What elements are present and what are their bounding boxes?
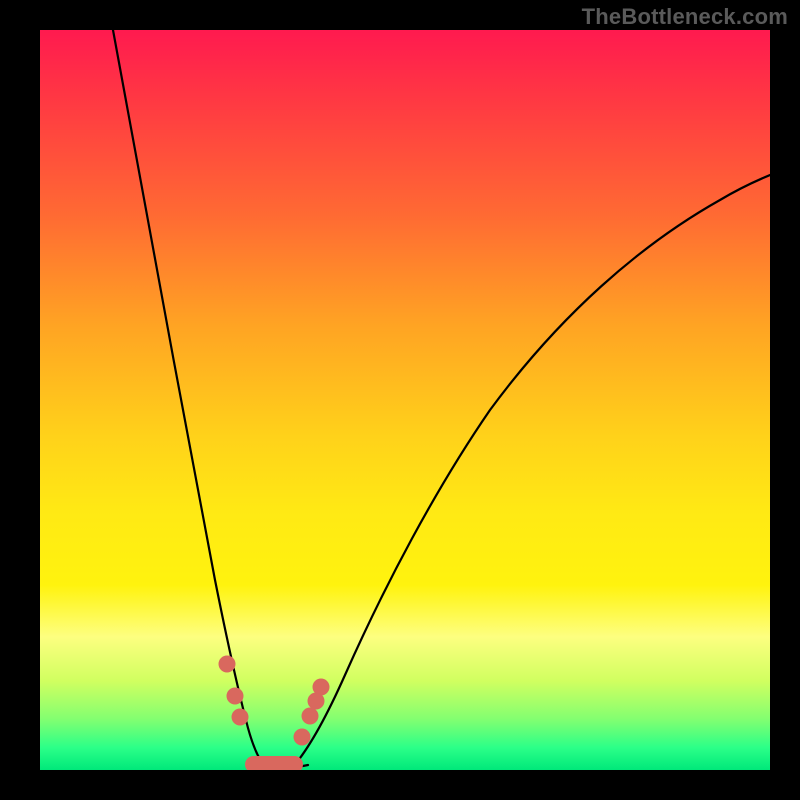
marker-dot — [227, 688, 244, 705]
chart-svg — [40, 30, 770, 770]
marker-dot — [313, 679, 330, 696]
chart-frame: TheBottleneck.com — [0, 0, 800, 800]
watermark-text: TheBottleneck.com — [582, 4, 788, 30]
plot-area — [40, 30, 770, 770]
marker-dot — [302, 708, 319, 725]
curve-right-branch — [292, 175, 770, 768]
curve-left-branch — [113, 30, 272, 768]
marker-dot — [219, 656, 236, 673]
marker-dot — [294, 729, 311, 746]
marker-dot — [232, 709, 249, 726]
marker-trough-pill — [245, 756, 303, 770]
